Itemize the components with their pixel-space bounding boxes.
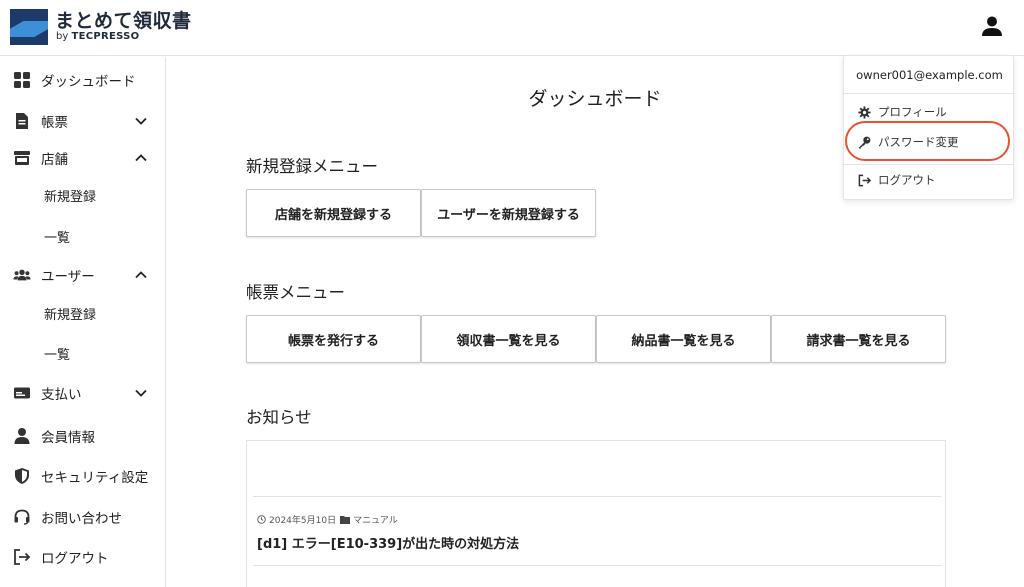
sidebar-item-label: 新規登録 — [44, 189, 97, 205]
sidebar-item-label: 支払い — [41, 387, 82, 403]
menu-item-change-password[interactable]: パスワード変更 — [844, 127, 1015, 157]
user-email: owner001@example.com — [844, 56, 1015, 94]
sidebar-item-security[interactable]: セキュリティ設定 — [0, 458, 165, 494]
chevron-down-icon[interactable] — [134, 114, 148, 128]
invoice-list-button[interactable]: 請求書一覧を見る — [771, 315, 946, 363]
register-menu-title: 新規登録メニュー — [246, 157, 378, 176]
page-title: ダッシュボード — [528, 88, 662, 110]
chevron-up-icon[interactable] — [134, 268, 148, 282]
sidebar-item-label: ユーザー — [41, 269, 95, 285]
sidebar-item-label: 一覧 — [44, 347, 71, 363]
sidebar-item-payment[interactable]: 支払い — [0, 375, 165, 411]
app-title: まとめて領収書 — [55, 10, 192, 32]
sidebar-item-dashboard[interactable]: ダッシュボード — [0, 62, 165, 98]
news-title: お知らせ — [246, 408, 312, 427]
sidebar-item-reports[interactable]: 帳票 — [0, 103, 165, 139]
app-header: まとめて領収書 by TECPRESSO — [0, 0, 1024, 56]
headset-icon — [13, 508, 31, 526]
chevron-down-icon[interactable] — [134, 386, 148, 400]
sidebar-item-member-info[interactable]: 会員情報 — [0, 418, 165, 454]
register-store-button[interactable]: 店舗を新規登録する — [246, 189, 421, 237]
byline-prefix: by — [56, 31, 69, 42]
sidebar-item-user-list[interactable]: 一覧 — [0, 335, 165, 371]
issue-report-button[interactable]: 帳票を発行する — [246, 315, 421, 363]
sidebar-item-label: お問い合わせ — [41, 511, 122, 527]
key-icon — [857, 135, 871, 149]
sidebar-item-label: 会員情報 — [41, 430, 95, 446]
document-icon — [13, 112, 31, 130]
news-item-title[interactable]: [d1] エラー[E10-339]が出た時の対処方法 — [257, 533, 519, 552]
card-icon — [13, 384, 31, 402]
app-byline: by TECPRESSO — [56, 31, 139, 42]
person-icon — [13, 427, 31, 445]
menu-item-profile[interactable]: プロフィール — [844, 97, 1015, 127]
sidebar: ダッシュボード 帳票 店舗 新規登録 一覧 ユーザー 新規登録 一覧 支払い 会… — [0, 57, 166, 587]
sidebar-item-label: セキュリティ設定 — [41, 470, 149, 486]
news-meta: 2024年5月10日 マニュアル — [257, 513, 398, 526]
chevron-up-icon[interactable] — [134, 151, 148, 165]
sidebar-item-user-new[interactable]: 新規登録 — [0, 295, 165, 331]
receipt-list-button[interactable]: 領収書一覧を見る — [421, 315, 596, 363]
sidebar-item-users[interactable]: ユーザー — [0, 257, 165, 293]
menu-item-label: ログアウト — [878, 173, 936, 187]
news-category[interactable]: マニュアル — [353, 513, 398, 526]
news-divider — [253, 496, 941, 497]
sidebar-item-logout[interactable]: ログアウト — [0, 539, 165, 575]
dropdown-divider — [843, 164, 1014, 165]
logout-icon — [13, 548, 31, 566]
sidebar-item-label: 新規登録 — [44, 307, 97, 323]
news-date: 2024年5月10日 — [269, 516, 337, 526]
delivery-list-button[interactable]: 納品書一覧を見る — [596, 315, 771, 363]
app-logo[interactable] — [10, 9, 48, 45]
dashboard-grid-icon — [13, 71, 31, 89]
report-menu-title: 帳票メニュー — [246, 283, 345, 302]
sidebar-item-store-list[interactable]: 一覧 — [0, 218, 165, 254]
byline-brand: TECPRESSO — [71, 31, 140, 42]
sidebar-item-label: ダッシュボード — [41, 74, 136, 90]
register-user-button[interactable]: ユーザーを新規登録する — [421, 189, 596, 237]
sidebar-item-store-new[interactable]: 新規登録 — [0, 177, 165, 213]
sidebar-item-label: 帳票 — [41, 115, 68, 131]
menu-item-logout[interactable]: ログアウト — [844, 165, 1015, 195]
folder-icon — [340, 516, 351, 524]
user-dropdown-menu: owner001@example.com プロフィール パスワード変更 ログアウ… — [843, 55, 1015, 200]
shield-icon — [13, 467, 31, 485]
menu-item-label: パスワード変更 — [878, 135, 959, 149]
sidebar-item-label: 店舗 — [41, 152, 68, 168]
news-panel: 2024年5月10日 マニュアル [d1] エラー[E10-339]が出た時の対… — [246, 440, 946, 587]
clock-icon — [257, 515, 266, 524]
sidebar-item-contact[interactable]: お問い合わせ — [0, 499, 165, 535]
users-icon — [13, 266, 31, 284]
sidebar-item-label: ログアウト — [41, 551, 109, 567]
news-divider — [253, 565, 941, 566]
menu-item-label: プロフィール — [878, 105, 947, 119]
logout-icon — [857, 173, 871, 187]
sidebar-item-label: 一覧 — [44, 230, 71, 246]
user-menu-icon[interactable] — [980, 14, 1004, 40]
store-icon — [13, 149, 31, 167]
sidebar-item-stores[interactable]: 店舗 — [0, 140, 165, 176]
gear-icon — [857, 105, 871, 119]
